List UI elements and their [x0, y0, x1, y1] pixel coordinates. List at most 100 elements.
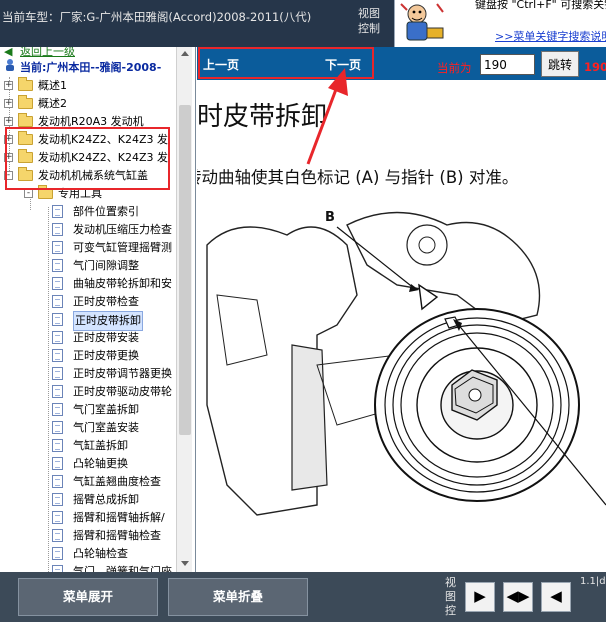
red-pointer-arrow-icon: [306, 68, 348, 165]
tree-item-label: 气门室盖安装: [73, 421, 139, 434]
tree-item-label: 摇臂和摇臂轴检查: [73, 529, 161, 542]
tree-doc-item[interactable]: 凸轮轴检查: [0, 545, 176, 563]
view-both-button[interactable]: ◀▶: [503, 582, 533, 612]
document-icon: [52, 403, 63, 416]
tree-doc-item[interactable]: 发动机压缩压力检查: [0, 221, 176, 239]
tree-doc-item[interactable]: 可变气缸管理摇臂测: [0, 239, 176, 257]
tree-item-label: 摇臂和摇臂轴拆解/: [73, 511, 165, 524]
tree-item-label: 曲轴皮带轮拆卸和安: [73, 277, 172, 290]
document-icon: [52, 223, 63, 236]
document-icon: [52, 421, 63, 434]
current-car-label: 当前车型：厂家:G-广州本田雅阁(Accord)2008-2011(八代): [2, 10, 312, 24]
tree-doc-item[interactable]: 气门室盖拆卸: [0, 401, 176, 419]
expand-icon[interactable]: +: [4, 81, 13, 90]
tree-doc-item[interactable]: 正时皮带检查: [0, 293, 176, 311]
tree-item-label: 正时皮带安装: [73, 331, 139, 344]
tree-item-label: 正时皮带检查: [73, 295, 139, 308]
bottom-toolbar: 菜单展开 菜单折叠 视图控 ▶ ◀▶ ◀ 1.1|d: [0, 572, 606, 622]
crankshaft-pulley-figure: B: [206, 210, 606, 516]
tree-item-label: 发动机压缩压力检查: [73, 223, 172, 236]
tree-item-label: 可变气缸管理摇臂测: [73, 241, 172, 254]
tree-doc-item[interactable]: 摇臂总成拆卸: [0, 491, 176, 509]
tree-item-label: 气门室盖拆卸: [73, 403, 139, 416]
tree-doc-item[interactable]: 曲轴皮带轮拆卸和安: [0, 275, 176, 293]
car-icon: [4, 58, 16, 71]
document-icon: [52, 475, 63, 488]
top-header-bar: 当前车型：厂家:G-广州本田雅阁(Accord)2008-2011(八代) 视图…: [0, 0, 606, 47]
tree-doc-item[interactable]: 气门、弹簧和气门座: [0, 563, 176, 572]
scroll-thumb[interactable]: [179, 105, 191, 435]
highlight-box-tree: [5, 127, 170, 190]
tree-item-label: 正时皮带驱动皮带轮: [73, 385, 172, 398]
tree-doc-item[interactable]: 正时皮带调节器更换: [0, 365, 176, 383]
current-car-node[interactable]: 当前:广州本田--雅阁-2008-: [20, 59, 161, 75]
tree-folder-item[interactable]: + 概述2: [0, 95, 176, 113]
document-icon: [52, 205, 63, 218]
tree-item-label: 正时皮带调节器更换: [73, 367, 172, 380]
view-right-button[interactable]: ▶: [465, 582, 495, 612]
page-total: 190: [584, 60, 606, 74]
document-icon: [52, 241, 63, 254]
tree-item-label: 正时皮带拆卸: [73, 311, 143, 331]
tree-item-label: 气门、弹簧和气门座: [73, 565, 172, 572]
tree-doc-item[interactable]: 正时皮带安装: [0, 329, 176, 347]
search-tip-text: 键盘按 "Ctrl+F" 可搜索关键字！: [475, 0, 606, 11]
expand-icon[interactable]: +: [4, 117, 13, 126]
view-control-label: 视图控: [445, 576, 456, 617]
tree-scrollbar[interactable]: [176, 47, 192, 572]
tree-doc-item[interactable]: 部件位置索引: [0, 203, 176, 221]
expand-icon[interactable]: +: [4, 99, 13, 108]
scroll-up-icon[interactable]: [181, 51, 189, 56]
back-link[interactable]: 返回上一级: [20, 47, 75, 59]
document-icon: [52, 529, 63, 542]
document-icon: [52, 565, 63, 572]
page-number-input[interactable]: [480, 54, 535, 75]
view-control-button[interactable]: 视图控制: [354, 6, 384, 36]
arrow-right-icon: ▶: [474, 587, 486, 605]
arrow-left-icon: ◀: [550, 587, 562, 605]
tree-doc-item[interactable]: 气门间隙调整: [0, 257, 176, 275]
tree-doc-item[interactable]: 摇臂和摇臂轴拆解/: [0, 509, 176, 527]
tree-item-label: 气缸盖翘曲度检查: [73, 475, 161, 488]
menu-tree-panel: ◀ 返回上一级 当前:广州本田--雅阁-2008- + 概述1 + 概述2 + 发动机R2…: [0, 47, 196, 572]
tree-doc-item[interactable]: 正时皮带驱动皮带轮: [0, 383, 176, 401]
cartoon-mascot-icon: [397, 0, 449, 46]
tree-doc-item[interactable]: 气缸盖拆卸: [0, 437, 176, 455]
folder-icon: [18, 95, 33, 109]
tree-doc-item[interactable]: 正时皮带更换: [0, 347, 176, 365]
tree-doc-item[interactable]: 气门室盖安装: [0, 419, 176, 437]
figure-label-b: B: [325, 210, 335, 225]
document-icon: [52, 493, 63, 506]
current-page-label: 当前为: [437, 61, 472, 75]
collapse-icon[interactable]: -: [24, 189, 33, 198]
document-content: 时皮带拆卸 转动曲轴使其白色标记 (A) 与指针 (B) 对准。 B: [197, 80, 606, 572]
tree-item-label: 凸轮轴更换: [73, 457, 128, 470]
tree-doc-item[interactable]: 正时皮带拆卸: [0, 311, 176, 331]
tree-item-label: 概述1: [38, 79, 67, 92]
search-tip-box: 键盘按 "Ctrl+F" 可搜索关键字！ >>菜单关键字搜索说明: [394, 0, 606, 47]
jump-button[interactable]: 跳转: [541, 51, 579, 77]
document-icon: [52, 259, 63, 272]
tree-doc-item[interactable]: 凸轮轴更换: [0, 455, 176, 473]
document-icon: [52, 385, 63, 398]
folder-icon: [18, 77, 33, 91]
document-icon: [52, 331, 63, 344]
tree-doc-item[interactable]: 摇臂和摇臂轴检查: [0, 527, 176, 545]
arrows-both-icon: ◀▶: [506, 587, 530, 605]
tree-doc-item[interactable]: 气缸盖翘曲度检查: [0, 473, 176, 491]
document-icon: [52, 511, 63, 524]
version-text: 1.1|d: [580, 576, 606, 587]
view-left-button[interactable]: ◀: [541, 582, 571, 612]
document-icon: [52, 547, 63, 560]
tree-item-label: 气缸盖拆卸: [73, 439, 128, 452]
document-icon: [52, 295, 63, 308]
scroll-down-icon[interactable]: [181, 561, 189, 566]
menu-collapse-button[interactable]: 菜单折叠: [168, 578, 308, 616]
back-arrow-icon[interactable]: ◀: [4, 47, 12, 58]
document-icon: [52, 457, 63, 470]
tree-item-label: 部件位置索引: [73, 205, 139, 218]
tree-folder-item[interactable]: + 概述1: [0, 77, 176, 95]
document-icon: [52, 439, 63, 452]
menu-expand-button[interactable]: 菜单展开: [18, 578, 158, 616]
keyword-search-help-link[interactable]: >>菜单关键字搜索说明: [495, 28, 606, 44]
